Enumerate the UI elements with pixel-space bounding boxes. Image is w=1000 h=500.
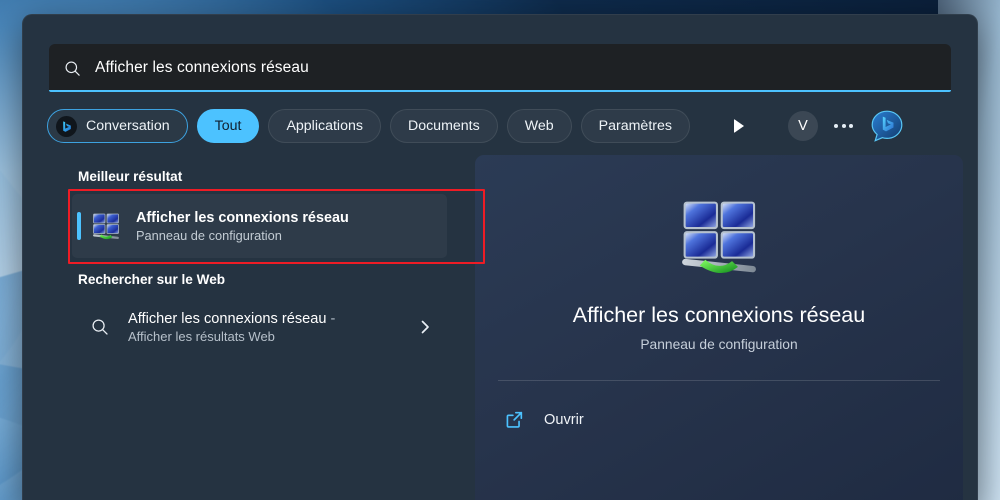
filter-tab-row: Conversation Tout Applications Documents… <box>23 92 977 143</box>
avatar-initial: V <box>798 118 808 134</box>
overflow-menu-button[interactable] <box>827 109 861 143</box>
results-body: Meilleur résultat Afficher les connexion… <box>23 143 977 500</box>
open-action-label: Ouvrir <box>544 411 584 428</box>
preview-divider <box>498 380 940 381</box>
search-icon <box>65 60 80 76</box>
results-list-column: Meilleur résultat Afficher les connexion… <box>23 155 485 500</box>
desktop-wallpaper: Afficher les connexions réseau Conversat… <box>0 0 1000 500</box>
search-flyout-panel: Afficher les connexions réseau Conversat… <box>22 14 978 500</box>
tab-conversation-label: Conversation <box>86 118 170 134</box>
web-result-title-suffix: - <box>326 310 336 327</box>
external-link-icon <box>506 411 523 428</box>
bing-logo-icon <box>56 115 77 137</box>
tab-parametres[interactable]: Paramètres <box>580 109 690 143</box>
best-match-text: Afficher les connexions réseau Panneau d… <box>136 210 349 243</box>
chevron-right-icon <box>421 320 429 334</box>
ellipsis-icon <box>834 124 854 128</box>
web-search-header: Rechercher sur le Web <box>78 272 226 287</box>
best-match-header: Meilleur résultat <box>78 169 183 184</box>
play-triangle-icon <box>733 119 744 133</box>
text-caret <box>309 59 310 77</box>
tab-parametres-label: Paramètres <box>598 118 672 134</box>
preview-title: Afficher les connexions réseau <box>572 303 866 327</box>
web-result-subtitle: Afficher les résultats Web <box>128 328 275 344</box>
best-match-result-item[interactable]: Afficher les connexions réseau Panneau d… <box>72 194 447 258</box>
best-match-section: Afficher les connexions réseau Panneau d… <box>49 189 485 264</box>
more-tabs-button[interactable] <box>722 109 756 143</box>
bing-chat-bubble-icon[interactable] <box>870 109 904 143</box>
tab-applications[interactable]: Applications <box>268 109 381 143</box>
search-input-value: Afficher les connexions réseau <box>95 59 309 76</box>
tab-web[interactable]: Web <box>506 109 572 143</box>
tab-documents[interactable]: Documents <box>389 109 498 143</box>
tab-web-label: Web <box>524 118 554 134</box>
best-match-subtitle: Panneau de configuration <box>136 227 282 243</box>
tab-documents-label: Documents <box>407 118 480 134</box>
preview-card: Afficher les connexions réseau Panneau d… <box>475 155 963 500</box>
tab-conversation[interactable]: Conversation <box>47 109 188 143</box>
search-icon <box>92 319 108 335</box>
search-input[interactable]: Afficher les connexions réseau <box>49 44 951 92</box>
network-connections-icon <box>682 201 756 274</box>
preview-subtitle: Panneau de configuration <box>640 337 798 352</box>
best-match-title: Afficher les connexions réseau <box>136 209 349 226</box>
open-action-button[interactable]: Ouvrir <box>498 401 940 438</box>
web-result-item[interactable]: Afficher les connexions réseau - Affiche… <box>72 297 447 357</box>
tab-tout-label: Tout <box>214 118 242 134</box>
tab-applications-label: Applications <box>286 118 363 134</box>
tab-tout[interactable]: Tout <box>196 109 260 143</box>
search-box-container: Afficher les connexions réseau <box>23 15 977 92</box>
avatar[interactable]: V <box>787 111 818 141</box>
web-result-title: Afficher les connexions réseau - <box>128 310 336 327</box>
web-result-text: Afficher les connexions réseau - Affiche… <box>128 311 417 344</box>
network-connections-icon <box>93 213 119 240</box>
